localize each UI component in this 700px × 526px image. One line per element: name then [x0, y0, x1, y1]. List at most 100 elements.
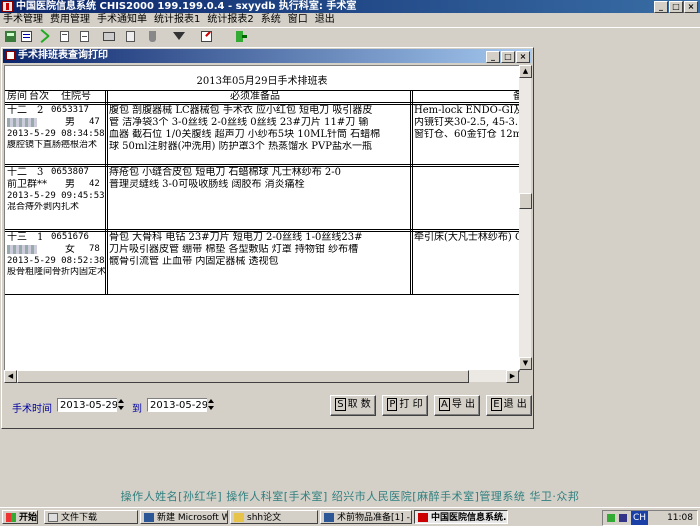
menu-report-1[interactable]: 统计报表1	[154, 14, 200, 25]
maximize-button[interactable]: □	[669, 1, 683, 13]
row-extra-line: Hem-lock ENDO-GI及钉夹	[414, 105, 519, 116]
row-room: 十二	[7, 105, 27, 116]
windows-logo-icon	[6, 513, 16, 522]
list-icon[interactable]	[20, 30, 34, 43]
word-icon	[324, 513, 334, 522]
filter-panel: 手术时间 2013-05-29 到 2013-05-29 S取 数 P打 印 A…	[2, 384, 533, 430]
grid-line	[5, 102, 519, 103]
row-patient: 前卫群**	[7, 179, 47, 190]
funnel-icon[interactable]	[172, 30, 186, 43]
row-items-line: 刀片吸引器皮管 绷带 棉垫 各型敷贴 灯罩 持物钳 纱布槽	[109, 244, 359, 255]
horizontal-scrollbar[interactable]: ◀ ▶	[4, 370, 519, 383]
grid-line	[5, 164, 519, 165]
minimize-button[interactable]: _	[654, 1, 668, 13]
document-icon[interactable]	[58, 30, 72, 43]
row-seq: 1	[37, 232, 44, 243]
row-sex: 男	[65, 117, 75, 128]
row-time: 2013-5-29 08:52:38	[7, 256, 105, 266]
scroll-left-button[interactable]: ◀	[4, 370, 17, 383]
row-operation: 股骨粗隆间骨折内固定术	[7, 267, 105, 277]
print-button[interactable]: P打 印	[382, 395, 428, 416]
scroll-right-button[interactable]: ▶	[506, 370, 519, 383]
report-view[interactable]: 2013年05月29日手术排班表 房间 台次 住院号 必须准备品 备 十二 2	[4, 65, 520, 372]
exit-button[interactable]: E退 出	[486, 395, 532, 416]
fetch-data-button[interactable]: S取 数	[330, 395, 376, 416]
vertical-scrollbar[interactable]: ▲ ▼	[519, 65, 532, 370]
scroll-down-button[interactable]: ▼	[519, 357, 532, 370]
header-seq: 台次	[29, 91, 49, 102]
task-chis[interactable]: 中国医院信息系统...	[414, 510, 508, 524]
menu-system[interactable]: 系统	[261, 14, 281, 25]
window-icon	[48, 513, 58, 522]
row-inpatient: 0653807	[51, 167, 89, 177]
menu-report-2[interactable]: 统计报表2	[207, 14, 253, 25]
menu-surgery[interactable]: 手术管理	[3, 14, 43, 25]
app-title: 中国医院信息系统 CHIS2000 199.199.0.4 - sxyydb 执…	[16, 1, 357, 12]
schedule-window-title: 手术排班表查询打印	[18, 50, 108, 61]
app-title-bar: 中国医院信息系统 CHIS2000 199.199.0.4 - sxyydb 执…	[0, 0, 700, 13]
task-word[interactable]: 新建 Microsoft Wor...	[140, 510, 228, 524]
start-button[interactable]: 开始	[2, 510, 38, 524]
status-bar: 操作人姓名[孙红华] 操作人科室[手术室] 绍兴市人民医院[麻醉手术室]管理系统…	[120, 490, 580, 503]
close-button[interactable]: ×	[684, 1, 698, 13]
row-extra-line: 牵引床(大凡士林纱布) C	[414, 232, 519, 243]
date-to-input[interactable]: 2013-05-29	[147, 398, 213, 412]
row-items-line: 骨包 大骨科 电钻 23#刀片 短电刀 2-0丝线 1-0丝线23#	[109, 232, 363, 243]
scroll-thumb[interactable]	[519, 193, 532, 209]
horizontal-scroll-thumb[interactable]	[17, 370, 469, 383]
calculator-icon[interactable]	[4, 30, 18, 43]
menu-window[interactable]: 窗口	[288, 14, 308, 25]
row-items-line: 普理灵缝线 3-0可吸收肠线 阔胶布 消炎痛栓	[109, 179, 305, 190]
row-extra-line: 窗钉仓、60金钉仓 12mm	[414, 129, 519, 140]
menu-fees[interactable]: 费用管理	[50, 14, 90, 25]
patient-name-redacted	[7, 117, 37, 128]
child-maximize-button[interactable]: □	[501, 51, 515, 63]
task-folder[interactable]: shh论文	[230, 510, 318, 524]
edit-icon[interactable]	[200, 30, 214, 43]
row-seq: 2	[37, 105, 44, 116]
menu-exit[interactable]: 退出	[315, 14, 335, 25]
network-icon[interactable]	[607, 514, 615, 522]
row-inpatient: 0651676	[51, 232, 89, 242]
date-from-spinner[interactable]	[117, 398, 125, 412]
mdi-workspace: 手术排班表查询打印 _□× 2013年05月29日手术排班表 房间 台次 住	[0, 45, 700, 485]
schedule-window: 手术排班表查询打印 _□× 2013年05月29日手术排班表 房间 台次 住	[1, 47, 534, 429]
scroll-up-button[interactable]: ▲	[519, 65, 532, 78]
row-items-line: 血器 截石位 1/0关腹线 超声刀 小纱布5块 10ML针筒 石蜡棉	[109, 129, 381, 140]
header-inpatient: 住院号	[61, 91, 91, 102]
table-icon[interactable]	[102, 30, 116, 43]
window-icon	[6, 51, 15, 60]
report-title: 2013年05月29日手术排班表	[196, 76, 328, 87]
grid-line	[105, 90, 106, 294]
row-seq: 3	[37, 167, 44, 178]
grid-line	[5, 229, 519, 230]
document-icon[interactable]	[124, 30, 138, 43]
task-word-document[interactable]: 术前物品准备[1] -...	[320, 510, 412, 524]
system-tray: CH 11:08	[602, 510, 698, 526]
task-file-download[interactable]: 文件下载	[44, 510, 138, 524]
child-minimize-button[interactable]: _	[486, 51, 500, 63]
row-items-line: 球 50ml注射器(冲洗用) 防护罩3个 热蒸馏水 PVP盐水一瓶	[109, 141, 372, 152]
date-from-input[interactable]: 2013-05-29	[57, 398, 123, 412]
child-close-button[interactable]: ×	[516, 51, 530, 63]
app-logo-icon	[418, 513, 428, 522]
speaker-icon[interactable]	[619, 514, 627, 522]
scissors-icon[interactable]	[38, 29, 52, 43]
folder-icon	[234, 513, 244, 522]
exit-icon[interactable]	[234, 30, 248, 43]
menu-surgery-notice[interactable]: 手术通知单	[97, 14, 147, 25]
row-inpatient: 0653317	[51, 105, 89, 115]
grid-line	[5, 294, 519, 295]
row-sex: 男	[65, 179, 75, 190]
lab-icon[interactable]	[146, 30, 160, 43]
document-icon[interactable]	[78, 30, 92, 43]
row-operation: 混合痔外剥内扎术	[7, 202, 80, 212]
row-time: 2013-5-29 09:45:53	[7, 191, 105, 201]
header-room: 房间	[7, 91, 27, 102]
input-language[interactable]: CH	[631, 511, 649, 525]
date-to-spinner[interactable]	[207, 398, 215, 412]
taskbar: 开始 文件下载 新建 Microsoft Wor... shh论文 术前物品准备…	[0, 507, 700, 526]
row-items-line: 管 洁净袋3个 3-0丝线 2-0丝线 0丝线 23#刀片 11#刀 输	[109, 117, 369, 128]
export-button[interactable]: A导 出	[434, 395, 480, 416]
row-time: 2013-5-29 08:34:58	[7, 129, 105, 139]
